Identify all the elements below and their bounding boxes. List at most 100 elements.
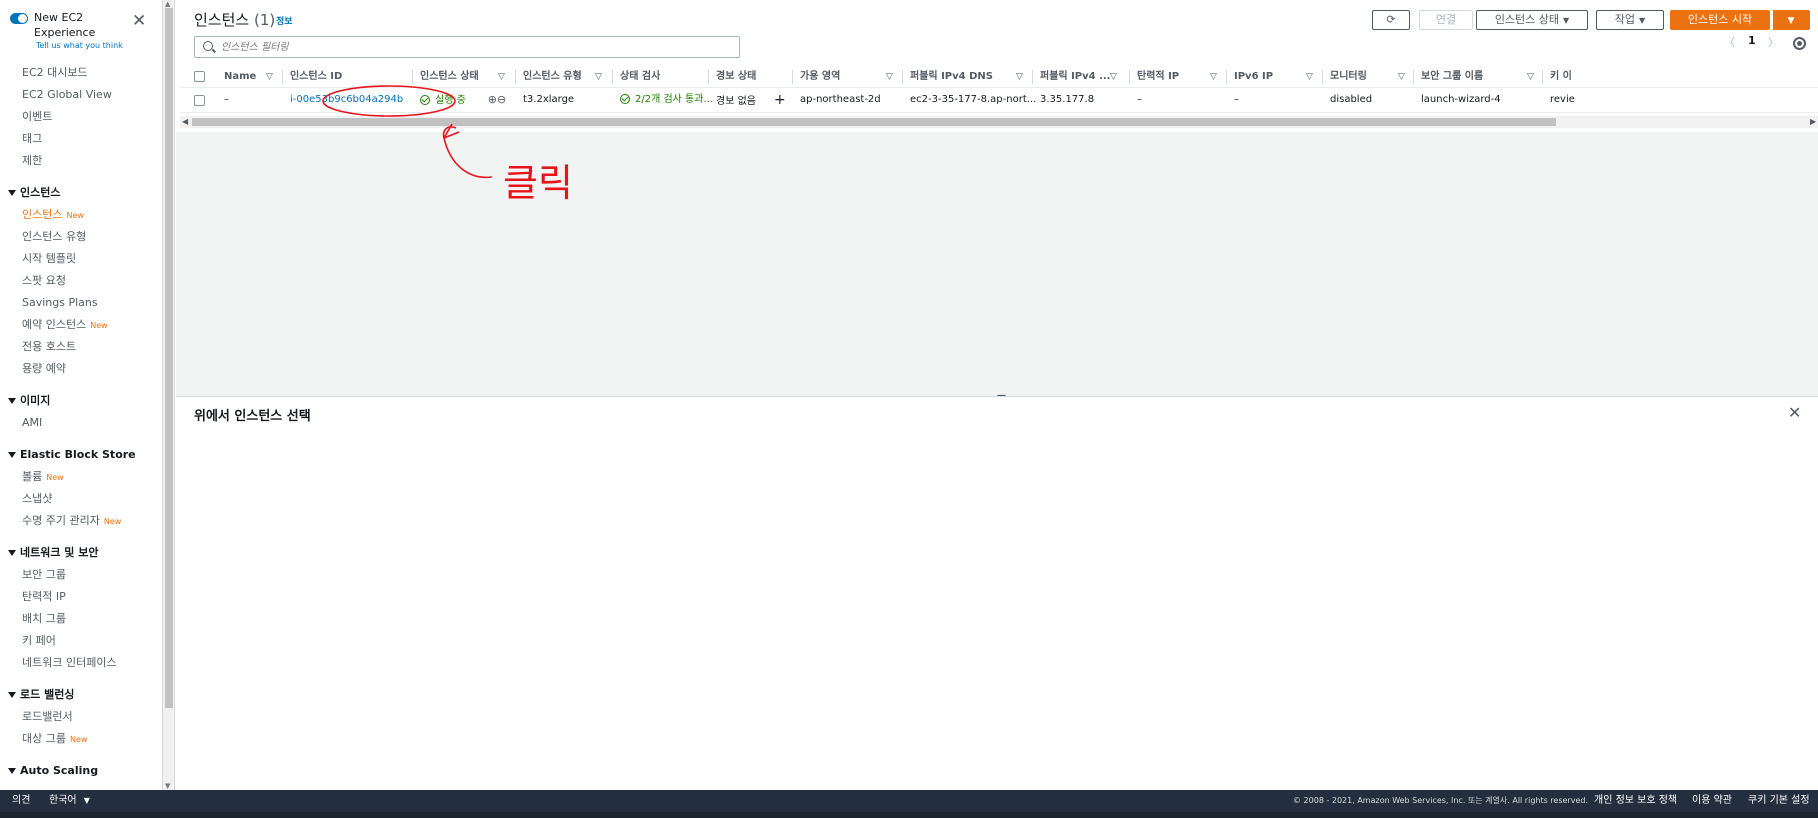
feedback-link[interactable]: 의견: [12, 790, 30, 812]
column-header-public-ipv4[interactable]: 퍼블릭 IPv4 ...: [1040, 66, 1111, 87]
close-icon[interactable]: ✕: [1788, 403, 1801, 422]
search-field[interactable]: [194, 36, 740, 58]
gear-icon[interactable]: [1793, 37, 1806, 50]
privacy-link[interactable]: 개인 정보 보호 정책: [1594, 790, 1677, 812]
column-separator[interactable]: [612, 70, 613, 84]
filter-icon[interactable]: ▽: [1398, 66, 1405, 88]
sidebar-item[interactable]: 네트워크 인터페이스: [0, 652, 162, 674]
table-row[interactable]: – i-00e53b9c6b04a294b 실행 중 ⊕⊖ t3.2xlarge 2/2개…: [180, 89, 1818, 113]
sidebar-section-header[interactable]: Elastic Block Store: [0, 444, 162, 466]
column-header-ipv6[interactable]: IPv6 IP: [1234, 66, 1273, 87]
filter-icon[interactable]: ▽: [1527, 66, 1534, 88]
column-separator[interactable]: [1542, 70, 1543, 84]
column-separator[interactable]: [1413, 70, 1414, 84]
sidebar-item-3[interactable]: 태그: [0, 128, 162, 150]
column-separator[interactable]: [792, 70, 793, 84]
search-input[interactable]: [221, 39, 721, 55]
column-header-instance-state[interactable]: 인스턴스 상태: [420, 66, 479, 87]
info-link[interactable]: 정보: [276, 14, 293, 27]
column-header-public-dns[interactable]: 퍼블릭 IPv4 DNS: [910, 66, 993, 87]
sidebar-item-2[interactable]: 이벤트: [0, 106, 162, 128]
prev-page-icon[interactable]: 〈: [1724, 34, 1735, 50]
sidebar-item[interactable]: 키 페어: [0, 630, 162, 652]
sidebar-item[interactable]: 스냅샷: [0, 488, 162, 510]
sidebar-item[interactable]: 탄력적 IP: [0, 586, 162, 608]
scroll-thumb[interactable]: [192, 118, 1556, 126]
filter-icon[interactable]: ▽: [498, 66, 505, 88]
language-selector[interactable]: 한국어 ▼: [49, 790, 90, 812]
terms-link[interactable]: 이용 약관: [1692, 790, 1732, 812]
sidebar-item[interactable]: 로드밸런서: [0, 706, 162, 728]
column-header-security-group[interactable]: 보안 그룹 이름: [1421, 66, 1483, 87]
column-separator[interactable]: [708, 70, 709, 84]
scroll-thumb[interactable]: [165, 8, 173, 708]
scroll-right-icon[interactable]: ▶: [1810, 116, 1816, 128]
sidebar-item[interactable]: 인스턴스 유형: [0, 226, 162, 248]
column-separator[interactable]: [1129, 70, 1130, 84]
add-alarm-icon[interactable]: +: [774, 92, 786, 108]
filter-icon[interactable]: ▽: [266, 66, 273, 88]
column-header-availability-zone[interactable]: 가용 영역: [800, 66, 840, 87]
sidebar-section-header[interactable]: 인스턴스: [0, 182, 162, 204]
cell-instance-id[interactable]: i-00e53b9c6b04a294b: [290, 89, 410, 112]
table-horizontal-scrollbar[interactable]: ◀ ▶: [180, 116, 1818, 128]
scroll-down-icon[interactable]: ▼: [165, 782, 170, 790]
column-separator[interactable]: [1226, 70, 1227, 84]
page-number[interactable]: 1: [1748, 34, 1756, 47]
sidebar-item-1[interactable]: EC2 Global View: [0, 84, 162, 106]
sidebar-item[interactable]: 대상 그룹 New: [0, 728, 162, 750]
sidebar-item-4[interactable]: 제한: [0, 150, 162, 172]
sidebar-item[interactable]: 스팟 요청: [0, 270, 162, 292]
column-separator[interactable]: [902, 70, 903, 84]
sidebar-item[interactable]: Savings Plans: [0, 292, 162, 314]
instance-state-button[interactable]: 인스턴스 상태 ▼: [1476, 10, 1588, 30]
sidebar-item[interactable]: 수명 주기 관리자 New: [0, 510, 162, 532]
sidebar-section-header[interactable]: 네트워크 및 보안: [0, 542, 162, 564]
new-experience-toggle[interactable]: [10, 13, 28, 24]
refresh-button[interactable]: ⟳: [1372, 10, 1410, 30]
sidebar-section-header[interactable]: Auto Scaling: [0, 760, 162, 782]
column-separator[interactable]: [282, 70, 283, 84]
sidebar-item[interactable]: 배치 그룹: [0, 608, 162, 630]
cookies-link[interactable]: 쿠키 기본 설정: [1748, 790, 1810, 812]
sidebar-section-header[interactable]: 이미지: [0, 390, 162, 412]
sidebar-item[interactable]: 인스턴스 New: [0, 204, 162, 226]
filter-icon[interactable]: ▽: [1016, 66, 1023, 88]
column-header-instance-id[interactable]: 인스턴스 ID: [290, 66, 342, 87]
close-icon[interactable]: ✕: [132, 13, 146, 30]
column-separator[interactable]: [412, 70, 413, 84]
launch-dropdown-button[interactable]: ▼: [1772, 10, 1810, 30]
connect-button[interactable]: 연결: [1419, 10, 1473, 30]
sidebar-item[interactable]: 볼륨 New: [0, 466, 162, 488]
launch-instance-button[interactable]: 인스턴스 시작: [1670, 10, 1770, 30]
filter-icon[interactable]: ▽: [1306, 66, 1313, 88]
scroll-left-icon[interactable]: ◀: [182, 116, 188, 128]
actions-button[interactable]: 작업 ▼: [1596, 10, 1664, 30]
column-header-elastic-ip[interactable]: 탄력적 IP: [1137, 66, 1179, 87]
column-separator[interactable]: [1032, 70, 1033, 84]
column-header-monitoring[interactable]: 모니터링: [1330, 66, 1367, 87]
column-separator[interactable]: [515, 70, 516, 84]
column-header-name[interactable]: Name: [224, 66, 256, 87]
filter-icon[interactable]: ▽: [595, 66, 602, 88]
column-header-instance-type[interactable]: 인스턴스 유형: [523, 66, 582, 87]
row-checkbox[interactable]: [194, 95, 205, 106]
sidebar-item-0[interactable]: EC2 대시보드: [0, 62, 162, 84]
column-header-status-check[interactable]: 상태 검사: [620, 66, 660, 87]
sidebar-item[interactable]: AMI: [0, 412, 162, 434]
column-header-key-name[interactable]: 키 이: [1550, 66, 1572, 87]
column-header-alarm-status[interactable]: 경보 상태: [716, 66, 756, 87]
column-separator[interactable]: [1322, 70, 1323, 84]
filter-icon[interactable]: ▽: [1110, 66, 1117, 88]
scroll-up-icon[interactable]: ▲: [165, 0, 170, 8]
sidebar-item[interactable]: 전용 호스트: [0, 336, 162, 358]
sidebar-item[interactable]: 시작 템플릿: [0, 248, 162, 270]
filter-icon[interactable]: ▽: [1210, 66, 1217, 88]
next-page-icon[interactable]: 〉: [1768, 34, 1779, 50]
sidebar-section-header[interactable]: 로드 밸런싱: [0, 684, 162, 706]
zoom-icons[interactable]: ⊕⊖: [488, 93, 506, 106]
sidebar-item[interactable]: 용량 예약: [0, 358, 162, 380]
select-all-checkbox[interactable]: [194, 71, 205, 82]
sidebar-item[interactable]: 예약 인스턴스 New: [0, 314, 162, 336]
sidebar-item[interactable]: 보안 그룹: [0, 564, 162, 586]
